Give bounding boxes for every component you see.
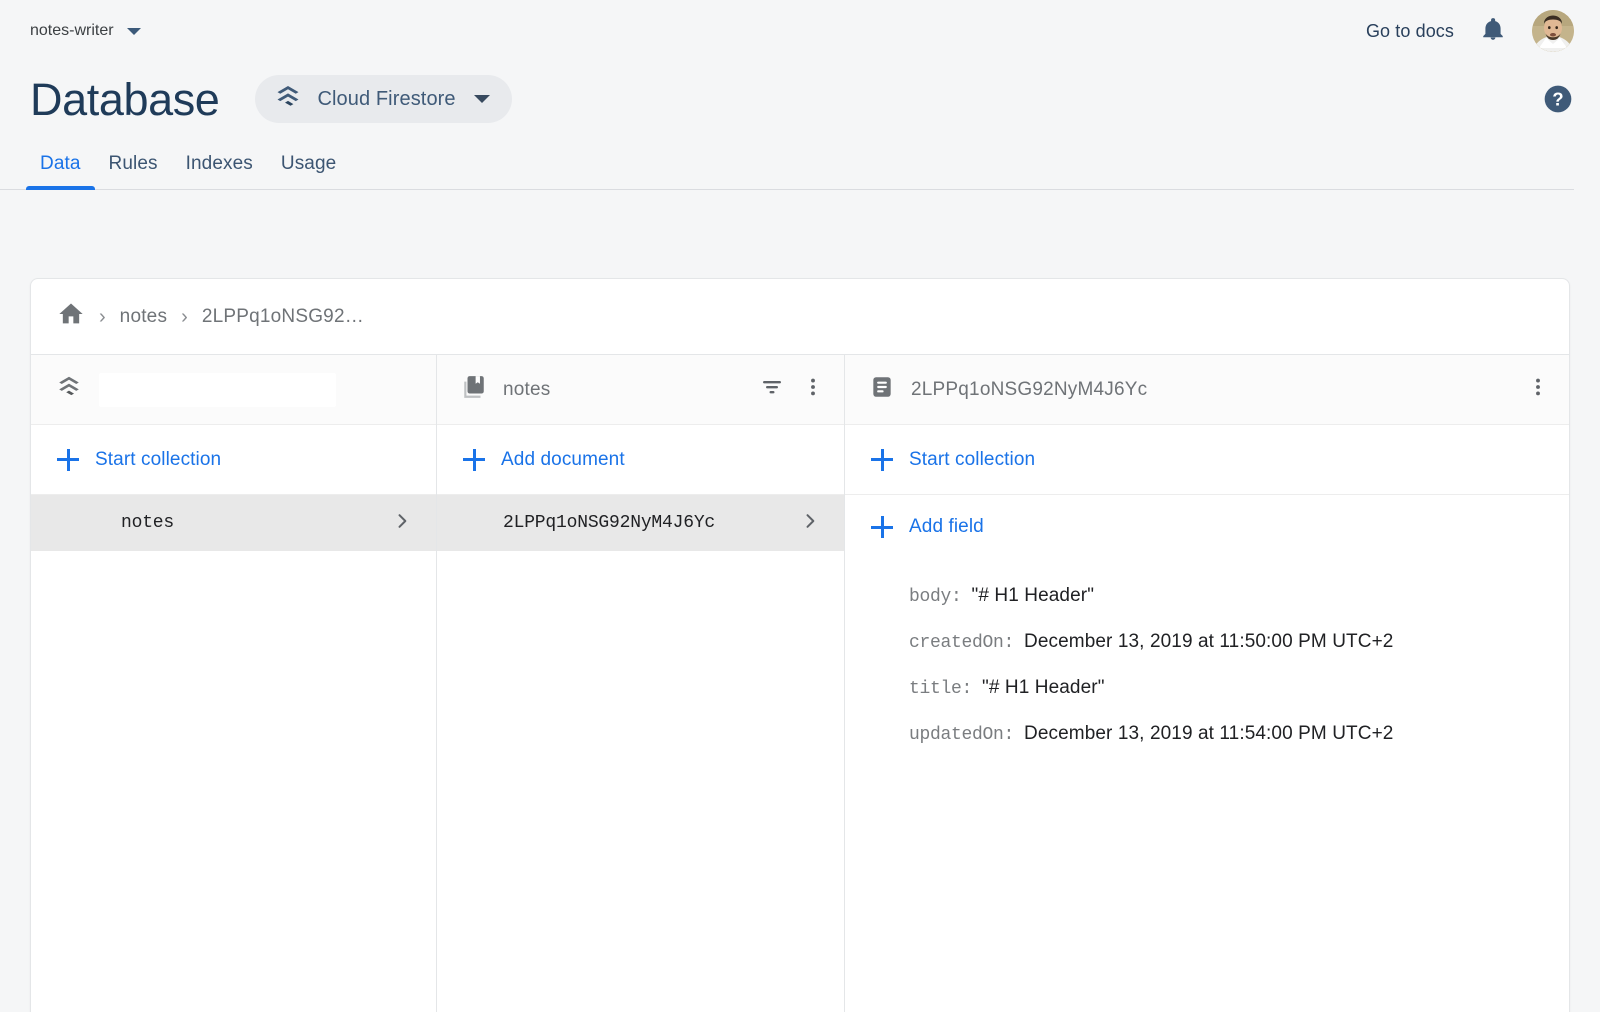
field-row[interactable]: updatedOn: December 13, 2019 at 11:54:00… xyxy=(845,723,1569,769)
document-start-collection-label: Start collection xyxy=(909,448,1036,470)
field-value: December 13, 2019 at 11:54:00 PM UTC+2 xyxy=(1024,723,1394,744)
chevron-down-icon xyxy=(126,27,141,35)
cloud-firestore-icon xyxy=(55,373,83,406)
chevron-right-icon xyxy=(392,511,412,536)
avatar[interactable] xyxy=(1532,10,1574,52)
field-key: createdOn: xyxy=(909,633,1015,653)
root-panel-header xyxy=(31,355,436,425)
field-row[interactable]: body: "# H1 Header" xyxy=(845,585,1569,631)
firebase-console-page: notes-writer Go to docs Database Cloud F… xyxy=(0,0,1600,1012)
plus-icon xyxy=(57,448,79,471)
project-name: notes-writer xyxy=(30,22,114,39)
breadcrumb: › notes › 2LPPq1oNSG92… xyxy=(31,279,1569,355)
document-icon xyxy=(869,374,895,405)
collection-panel: notes Add document 2LPPq1oNSG92NyM4J6Yc xyxy=(437,355,845,1012)
tab-usage[interactable]: Usage xyxy=(267,153,350,189)
document-panel: 2LPPq1oNSG92NyM4J6Yc Start collection Ad… xyxy=(845,355,1569,1012)
page-header: Database Cloud Firestore ? xyxy=(0,62,1600,136)
collection-panel-header: notes xyxy=(437,355,844,425)
panels-container: Start collection notes notes Add documen… xyxy=(31,355,1569,1012)
collection-panel-actions xyxy=(760,375,824,404)
collection-panel-empty-area xyxy=(437,551,844,1012)
project-switcher[interactable]: notes-writer xyxy=(30,22,141,40)
filter-icon[interactable] xyxy=(760,375,784,404)
add-document-label: Add document xyxy=(501,448,625,470)
cloud-firestore-icon xyxy=(273,82,303,117)
breadcrumb-separator: › xyxy=(181,305,188,328)
field-key: body: xyxy=(909,587,962,607)
svg-text:?: ? xyxy=(1552,89,1563,110)
field-value: "# H1 Header" xyxy=(982,677,1105,698)
page-title: Database xyxy=(30,73,220,125)
section-tabs: Data Rules Indexes Usage xyxy=(0,136,1574,190)
tab-data[interactable]: Data xyxy=(26,153,95,190)
root-panel: Start collection notes xyxy=(31,355,437,1012)
add-document-button[interactable]: Add document xyxy=(437,425,844,495)
field-list: body: "# H1 Header" createdOn: December … xyxy=(845,559,1569,1012)
document-start-collection-button[interactable]: Start collection xyxy=(845,425,1569,495)
top-bar: notes-writer Go to docs xyxy=(0,0,1600,62)
tab-indexes[interactable]: Indexes xyxy=(172,153,267,189)
project-id-redacted xyxy=(99,372,336,407)
plus-icon xyxy=(871,448,893,471)
start-collection-label: Start collection xyxy=(95,448,222,470)
help-circle-icon[interactable]: ? xyxy=(1542,83,1574,115)
plus-icon xyxy=(871,516,893,538)
field-row[interactable]: title: "# H1 Header" xyxy=(845,677,1569,723)
document-panel-header: 2LPPq1oNSG92NyM4J6Yc xyxy=(845,355,1569,425)
collection-icon xyxy=(461,374,487,405)
collection-panel-title: notes xyxy=(503,378,551,400)
field-value: "# H1 Header" xyxy=(971,585,1095,606)
top-bar-actions: Go to docs xyxy=(1366,10,1574,52)
home-icon[interactable] xyxy=(57,300,85,333)
field-value: December 13, 2019 at 11:50:00 PM UTC+2 xyxy=(1024,631,1394,652)
start-collection-button[interactable]: Start collection xyxy=(31,425,436,495)
go-to-docs-link[interactable]: Go to docs xyxy=(1366,21,1454,42)
breadcrumb-item-document[interactable]: 2LPPq1oNSG92… xyxy=(202,306,364,328)
field-row[interactable]: createdOn: December 13, 2019 at 11:50:00… xyxy=(845,631,1569,677)
bell-icon[interactable] xyxy=(1480,15,1506,48)
collection-name: notes xyxy=(121,513,175,533)
document-list-item[interactable]: 2LPPq1oNSG92NyM4J6Yc xyxy=(437,495,844,551)
collection-list-item-notes[interactable]: notes xyxy=(31,495,436,551)
field-key: title: xyxy=(909,679,973,699)
add-field-label: Add field xyxy=(909,516,984,537)
chevron-right-icon xyxy=(800,511,820,536)
database-type-selector[interactable]: Cloud Firestore xyxy=(255,75,512,123)
breadcrumb-separator: › xyxy=(99,305,106,328)
plus-icon xyxy=(463,448,485,471)
tab-rules[interactable]: Rules xyxy=(95,153,172,189)
database-type-label: Cloud Firestore xyxy=(317,87,456,110)
data-browser-card: › notes › 2LPPq1oNSG92… Start collection… xyxy=(30,278,1570,1012)
more-vert-icon[interactable] xyxy=(1527,375,1549,404)
document-id: 2LPPq1oNSG92NyM4J6Yc xyxy=(503,513,716,533)
add-field-button[interactable]: Add field xyxy=(845,495,1569,559)
document-panel-title: 2LPPq1oNSG92NyM4J6Yc xyxy=(911,378,1148,400)
root-panel-empty-area xyxy=(31,551,436,1012)
more-vert-icon[interactable] xyxy=(802,375,824,404)
breadcrumb-item-notes[interactable]: notes xyxy=(120,306,167,328)
chevron-down-icon xyxy=(473,95,490,103)
field-key: updatedOn: xyxy=(909,725,1015,745)
document-panel-actions xyxy=(1527,375,1549,404)
